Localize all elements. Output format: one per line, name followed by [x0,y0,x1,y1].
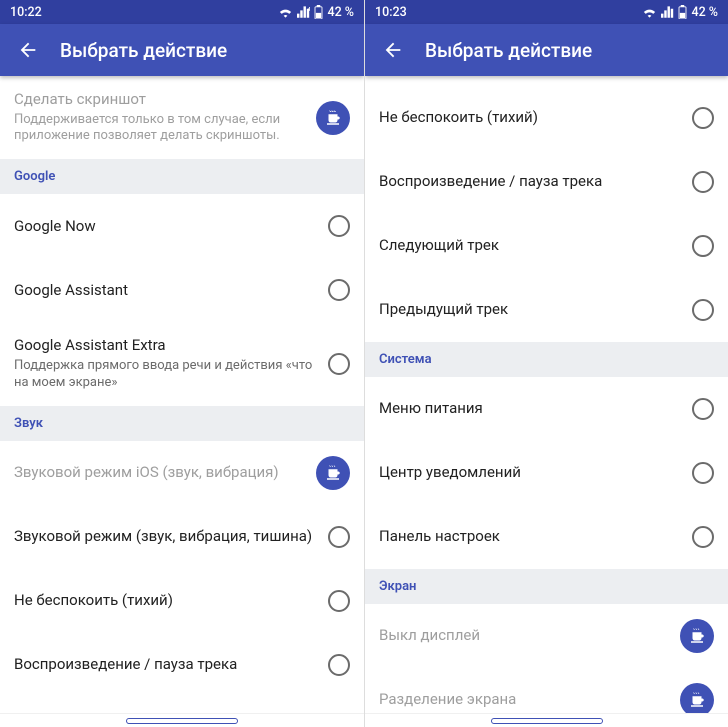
row-next-track[interactable]: Следующий трек [365,214,728,278]
battery-icon [314,5,323,19]
appbar-title: Выбрать действие [60,39,227,62]
row-google-now[interactable]: Google Now [0,194,364,258]
radio-icon[interactable] [692,462,714,484]
status-time: 10:22 [10,5,42,20]
row-notif-center[interactable]: Центр уведомлений [365,441,728,505]
row-title: Предыдущий трек [379,300,682,320]
nav-bar[interactable] [0,713,364,727]
row-title: Звуковой режим (звук, вибрация, тишина) [14,527,318,547]
row-ios-sound[interactable]: Звуковой режим iOS (звук, вибрация) [0,441,364,505]
row-prev-track[interactable]: Предыдущий трек [365,278,728,342]
row-partial[interactable] [365,76,728,86]
row-next-track[interactable]: Следующий трек [0,697,364,713]
signal-icon [661,6,674,18]
row-title: Сделать скриншот [14,90,306,110]
wifi-icon [642,6,657,18]
row-title: Следующий трек [379,236,682,256]
row-title: Воспроизведение / пауза трека [379,172,682,192]
row-title: Выкл дисплей [379,626,670,646]
row-title: Панель настроек [379,527,682,547]
row-title: Меню питания [379,399,682,419]
battery-percent: 42 % [327,5,354,20]
signal-icon: 4 [297,6,310,18]
status-right: 42 % [642,5,718,20]
app-bar: Выбрать действие [0,24,364,76]
radio-icon[interactable] [692,171,714,193]
phone-right: 10:23 42 % Выбрать действие Не беспокоит… [364,0,728,727]
radio-icon[interactable] [328,654,350,676]
radio-icon[interactable] [692,526,714,548]
list[interactable]: Сделать скриншот Поддерживается только в… [0,76,364,713]
battery-icon [678,5,687,19]
row-title: Не беспокоить (тихий) [379,108,682,128]
row-screenshot[interactable]: Сделать скриншот Поддерживается только в… [0,76,364,159]
section-header-system: Система [365,342,728,377]
coffee-icon[interactable] [680,683,714,713]
app-bar: Выбрать действие [365,24,728,76]
wifi-icon [278,6,293,18]
row-google-assistant-extra[interactable]: Google Assistant Extra Поддержка прямого… [0,322,364,405]
row-google-assistant[interactable]: Google Assistant [0,258,364,322]
radio-icon[interactable] [692,107,714,129]
row-sound-mode[interactable]: Звуковой режим (звук, вибрация, тишина) [0,505,364,569]
battery-percent: 42 % [691,5,718,20]
nav-bar[interactable] [365,713,728,727]
radio-icon[interactable] [328,590,350,612]
row-title: Google Now [14,217,318,237]
radio-icon[interactable] [328,353,350,375]
section-header-sound: Звук [0,406,364,441]
row-title: Не беспокоить (тихий) [14,591,318,611]
back-button[interactable] [373,30,413,70]
section-header-google: Google [0,159,364,194]
coffee-icon[interactable] [680,619,714,653]
appbar-title: Выбрать действие [425,39,592,62]
list[interactable]: Не беспокоить (тихий) Воспроизведение / … [365,76,728,713]
row-title: Google Assistant [14,281,318,301]
back-button[interactable] [8,30,48,70]
row-display-off[interactable]: Выкл дисплей [365,604,728,668]
row-title: Разделение экрана [379,690,670,710]
row-title: Воспроизведение / пауза трека [14,655,318,675]
status-bar: 10:23 42 % [365,0,728,24]
row-title: Звуковой режим iOS (звук, вибрация) [14,463,306,483]
svg-text:4: 4 [308,7,310,13]
radio-icon[interactable] [692,235,714,257]
coffee-icon[interactable] [316,101,350,135]
arrow-back-icon [17,39,39,61]
radio-icon[interactable] [328,526,350,548]
row-title: Центр уведомлений [379,463,682,483]
row-split-screen[interactable]: Разделение экрана [365,668,728,713]
status-right: 4 42 % [278,5,354,20]
row-settings-panel[interactable]: Панель настроек [365,505,728,569]
radio-icon[interactable] [692,299,714,321]
status-bar: 10:22 4 42 % [0,0,364,24]
status-time: 10:23 [375,5,407,20]
arrow-back-icon [382,39,404,61]
section-header-screen: Экран [365,569,728,604]
row-playpause[interactable]: Воспроизведение / пауза трека [365,150,728,214]
row-playpause[interactable]: Воспроизведение / пауза трека [0,633,364,697]
radio-icon[interactable] [328,279,350,301]
row-power-menu[interactable]: Меню питания [365,377,728,441]
radio-icon[interactable] [692,398,714,420]
row-subtitle: Поддержка прямого ввода речи и действия … [14,358,318,392]
row-title: Google Assistant Extra [14,336,318,356]
row-dnd[interactable]: Не беспокоить (тихий) [0,569,364,633]
phone-left: 10:22 4 42 % Выбрать действие Сделать ск… [0,0,364,727]
row-dnd[interactable]: Не беспокоить (тихий) [365,86,728,150]
radio-icon[interactable] [328,215,350,237]
coffee-icon[interactable] [316,456,350,490]
row-subtitle: Поддерживается только в том случае, если… [14,112,306,146]
